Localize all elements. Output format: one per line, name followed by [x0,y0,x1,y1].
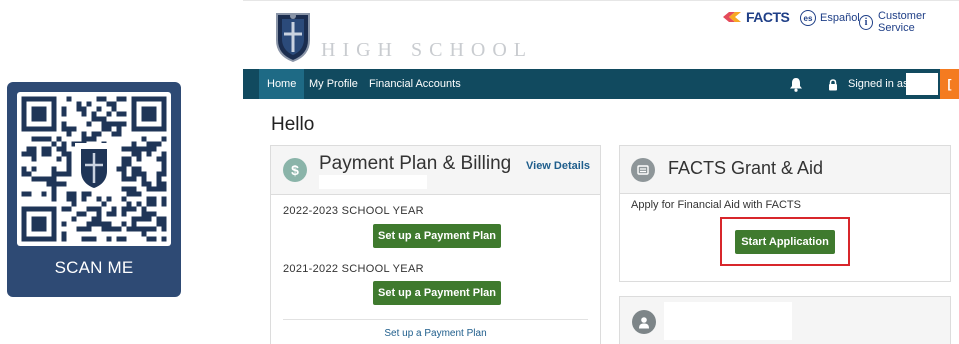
payment-plan-panel-header: $ Payment Plan & Billing View Details [271,146,600,195]
dollar-icon: $ [283,158,307,182]
logout-button[interactable]: [ [940,69,959,99]
grant-aid-panel: FACTS Grant & Aid Apply for Financial Ai… [619,145,951,282]
school-crest-logo[interactable] [273,10,313,67]
grant-aid-description: Apply for Financial Aid with FACTS [631,199,801,211]
setup-payment-plan-link[interactable]: Set up a Payment Plan [271,328,600,339]
view-details-link[interactable]: View Details [526,160,590,172]
user-avatar-icon [632,310,656,334]
language-link[interactable]: es Español [800,10,860,26]
start-application-button[interactable]: Start Application [735,230,835,254]
grant-aid-title: FACTS Grant & Aid [668,158,824,178]
customer-service-link[interactable]: i Customer Service [859,10,959,34]
qr-code[interactable] [17,92,171,246]
nav-item-financial-accounts[interactable]: Financial Accounts [361,69,469,99]
site-header: HIGH SCHOOL FACTS es Español i Customer … [243,0,959,69]
school-year-label: 2021-2022 SCHOOL YEAR [283,263,424,275]
qr-code-graphic [21,96,167,242]
qr-scan-label: SCAN ME [54,258,134,277]
school-name: HIGH SCHOOL [321,39,533,61]
grant-aid-panel-header: FACTS Grant & Aid [620,146,950,194]
notifications-bell-icon[interactable] [789,77,803,97]
screenshot-canvas: SCAN ME HIGH SCHOOL FACTS es Español i C… [0,0,959,344]
language-icon: es [800,10,816,26]
document-icon [631,158,655,182]
facts-chevrons-icon [723,12,741,22]
main-nav-bar: Home My Profile Financial Accounts Signe… [243,69,959,99]
redacted-account-field [319,175,427,189]
signed-in-label: Signed in as [848,78,909,90]
redacted-student-name [664,302,792,340]
info-icon: i [859,14,874,30]
lock-icon [828,78,838,96]
language-link-label: Español [820,12,860,24]
panel-divider [283,319,588,320]
logout-icon: [ [947,77,952,91]
page-greeting: Hello [271,114,315,135]
payment-plan-panel: $ Payment Plan & Billing View Details 20… [270,145,601,344]
customer-service-label: Customer Service [878,10,926,34]
school-year-label: 2022-2023 SCHOOL YEAR [283,205,424,217]
nav-item-my-profile[interactable]: My Profile [301,69,366,99]
nav-item-home[interactable]: Home [259,69,305,99]
user-name-field[interactable] [906,73,938,95]
facts-logo[interactable]: FACTS [721,9,790,25]
qr-code-card: SCAN ME [7,82,181,297]
setup-payment-plan-button-2022[interactable]: Set up a Payment Plan [373,224,501,248]
setup-payment-plan-button-2021[interactable]: Set up a Payment Plan [373,281,501,305]
facts-logo-text: FACTS [746,9,790,25]
payment-plan-title: Payment Plan & Billing [319,153,512,174]
profile-panel [619,296,951,344]
